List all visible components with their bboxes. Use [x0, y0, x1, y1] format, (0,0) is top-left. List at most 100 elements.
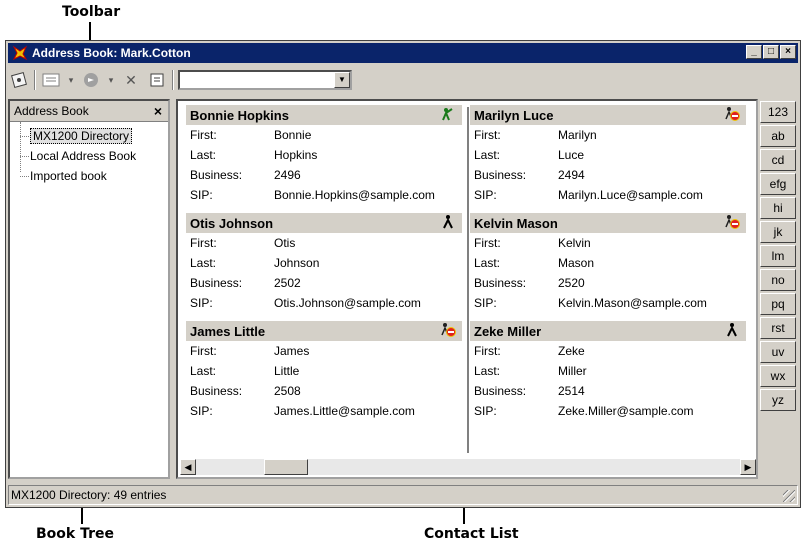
index-button-hi[interactable]: hi [760, 197, 796, 219]
alphabet-index: 123 ab cd efg hi jk lm no pq rst uv wx yz [760, 101, 796, 413]
contact-column-right: Marilyn Luce First: Marilyn Last: Luce Busine… [470, 105, 746, 429]
contact-name-header[interactable]: Otis Johnson [186, 213, 462, 233]
view-dropdown-chevron-icon[interactable]: ▾ [66, 70, 76, 90]
contact-name-header[interactable]: Kelvin Mason [470, 213, 746, 233]
field-label: Last: [190, 364, 217, 378]
contact-list: Bonnie Hopkins First: Bonnie Last: Hopkins Bu… [176, 99, 758, 479]
book-tree-title: Address Book [14, 104, 89, 118]
tree-item-imported-book[interactable]: Imported book [16, 166, 168, 186]
minimize-button[interactable]: _ [746, 45, 762, 59]
contact-card[interactable]: James Little First: James Last: Little Busine… [186, 321, 462, 429]
tree-item-local-address-book[interactable]: Local Address Book [16, 146, 168, 166]
field-label: First: [190, 128, 217, 142]
contact-field-row: Business: 2502 [186, 273, 462, 293]
contact-card[interactable]: Marilyn Luce First: Marilyn Last: Luce Busine… [470, 105, 746, 213]
field-value-business: 2514 [558, 384, 585, 398]
call-dropdown-chevron-icon[interactable]: ▾ [106, 70, 116, 90]
book-tree-panel: Address Book × MX1200 Directory Local Ad… [8, 99, 170, 479]
presence-offline-icon [724, 322, 740, 341]
contact-card[interactable]: Zeke Miller First: Zeke Last: Miller Business… [470, 321, 746, 429]
contact-field-row: Business: 2508 [186, 381, 462, 401]
tree-item-label: MX1200 Directory [30, 128, 133, 144]
field-value-last: Hopkins [274, 148, 318, 162]
index-button-uv[interactable]: uv [760, 341, 796, 363]
index-button-ab[interactable]: ab [760, 125, 796, 147]
book-tree: MX1200 Directory Local Address Book Impo… [10, 122, 168, 186]
field-label: First: [474, 344, 501, 358]
contact-field-row: SIP: Kelvin.Mason@sample.com [470, 293, 746, 313]
index-button-rst[interactable]: rst [760, 317, 796, 339]
properties-icon[interactable] [146, 70, 168, 90]
index-button-lm[interactable]: lm [760, 245, 796, 267]
contact-name-header[interactable]: Zeke Miller [470, 321, 746, 341]
contact-field-row: First: Otis [186, 233, 462, 253]
field-value-first: Otis [274, 236, 296, 250]
contact-card[interactable]: Kelvin Mason First: Kelvin Last: Mason Busine… [470, 213, 746, 321]
contact-field-row: SIP: James.Little@sample.com [186, 401, 462, 421]
close-panel-icon[interactable]: × [154, 103, 162, 119]
field-label: SIP: [190, 404, 213, 418]
scroll-thumb[interactable] [264, 459, 308, 475]
tree-item-mx1200-directory[interactable]: MX1200 Directory [16, 126, 168, 146]
field-label: SIP: [474, 188, 497, 202]
contact-name: James Little [190, 323, 266, 339]
contact-name-header[interactable]: Marilyn Luce [470, 105, 746, 125]
toolbar-separator [34, 70, 36, 90]
field-label: SIP: [190, 296, 213, 310]
index-button-pq[interactable]: pq [760, 293, 796, 315]
field-value-business: 2508 [274, 384, 301, 398]
field-value-last: Little [274, 364, 300, 378]
field-value-first: Marilyn [558, 128, 597, 142]
contact-name: Marilyn Luce [474, 107, 554, 123]
index-button-jk[interactable]: jk [760, 221, 796, 243]
view-icon[interactable] [40, 70, 62, 90]
contact-card[interactable]: Otis Johnson First: Otis Last: Johnson Busine… [186, 213, 462, 321]
contact-name-header[interactable]: Bonnie Hopkins [186, 105, 462, 125]
field-label: First: [190, 236, 217, 250]
contact-card[interactable]: Bonnie Hopkins First: Bonnie Last: Hopkins Bu… [186, 105, 462, 213]
horizontal-scrollbar[interactable]: ◀ ▶ [180, 459, 756, 475]
presence-busy-icon [724, 214, 740, 233]
toolbar: ▾ ▾ ✕ ▼ [8, 65, 798, 95]
resize-grip[interactable] [783, 490, 795, 502]
scroll-left-icon[interactable]: ◀ [180, 459, 196, 475]
maximize-button[interactable]: □ [763, 45, 779, 59]
contact-field-row: Last: Little [186, 361, 462, 381]
contact-field-row: Last: Luce [470, 145, 746, 165]
contact-field-row: SIP: Zeke.Miller@sample.com [470, 401, 746, 421]
status-text: MX1200 Directory: 49 entries [11, 488, 167, 502]
contact-list-annotation: Contact List [424, 526, 519, 542]
index-button-efg[interactable]: efg [760, 173, 796, 195]
field-label: Last: [474, 148, 501, 162]
field-label: Business: [474, 276, 527, 290]
scroll-right-icon[interactable]: ▶ [740, 459, 756, 475]
field-value-first: James [274, 344, 310, 358]
delete-icon[interactable]: ✕ [120, 70, 142, 90]
field-value-last: Luce [558, 148, 585, 162]
search-combo-box[interactable]: ▼ [178, 70, 352, 90]
field-value-sip: Otis.Johnson@sample.com [274, 296, 421, 310]
contact-name-header[interactable]: James Little [186, 321, 462, 341]
index-button-wx[interactable]: wx [760, 365, 796, 387]
call-icon[interactable] [80, 70, 102, 90]
contact-field-row: Last: Mason [470, 253, 746, 273]
tree-item-label: Imported book [30, 169, 107, 183]
contact-field-row: SIP: Marilyn.Luce@sample.com [470, 185, 746, 205]
index-button-cd[interactable]: cd [760, 149, 796, 171]
index-button-123[interactable]: 123 [760, 101, 796, 123]
index-button-no[interactable]: no [760, 269, 796, 291]
field-label: Business: [190, 168, 243, 182]
address-book-icon[interactable] [8, 70, 30, 90]
field-value-first: Kelvin [558, 236, 591, 250]
index-button-yz[interactable]: yz [760, 389, 796, 411]
window-title: Address Book: Mark.Cotton [32, 46, 191, 60]
field-value-business: 2520 [558, 276, 585, 290]
book-tree-annotation: Book Tree [36, 526, 114, 542]
field-label: Last: [190, 148, 217, 162]
column-divider [467, 107, 469, 453]
title-bar[interactable]: Address Book: Mark.Cotton _ □ × [8, 43, 798, 63]
combo-dropdown-chevron-icon[interactable]: ▼ [334, 72, 350, 88]
contact-name: Zeke Miller [474, 323, 542, 339]
field-value-sip: Kelvin.Mason@sample.com [558, 296, 707, 310]
close-window-button[interactable]: × [780, 45, 796, 59]
